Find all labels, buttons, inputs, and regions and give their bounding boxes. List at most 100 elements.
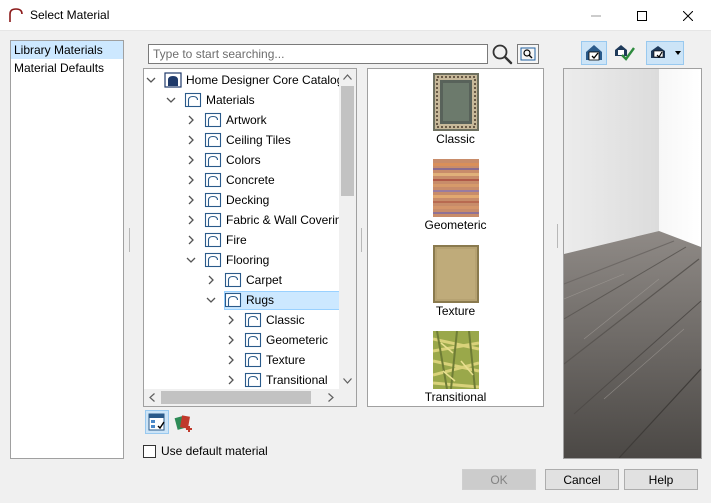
material-preview-list: Classic Geometeric Texture Transitional [367, 68, 544, 407]
chevron-down-icon[interactable] [206, 294, 216, 306]
preview-item-geometeric[interactable]: Geometeric [368, 159, 543, 232]
library-tree: Home Designer Core Catalog Materials Artwo… [143, 68, 357, 407]
library-folder-icon [204, 172, 222, 188]
use-default-material-row[interactable]: Use default material [143, 443, 268, 459]
preview-item-classic[interactable]: Classic [368, 73, 543, 146]
chevron-right-icon[interactable] [186, 134, 196, 146]
tree-item[interactable]: Ceiling Tiles [144, 130, 340, 150]
maximize-icon [637, 10, 647, 21]
room-render-image [564, 69, 701, 458]
chevron-right-icon[interactable] [186, 154, 196, 166]
chevron-right-icon[interactable] [186, 234, 196, 246]
maximize-button[interactable] [619, 0, 665, 31]
tree-item-label: Flooring [226, 253, 270, 267]
library-folder-icon [204, 212, 222, 228]
chevron-right-icon[interactable] [186, 214, 196, 226]
tree-item[interactable]: Classic [144, 310, 340, 330]
material-view-icon [148, 413, 165, 431]
left-splitter[interactable] [128, 228, 131, 252]
chevron-right-icon[interactable] [226, 374, 236, 386]
category-list: Library Materials Material Defaults [10, 40, 124, 459]
tree-vertical-scrollbar[interactable] [339, 69, 356, 389]
tree-splitter[interactable] [360, 228, 363, 252]
tree-horizontal-scrollbar[interactable] [144, 389, 339, 406]
category-library-materials[interactable]: Library Materials [11, 41, 123, 59]
tree-item[interactable]: Concrete [144, 170, 340, 190]
library-folder-icon [224, 292, 242, 308]
search-input[interactable] [148, 44, 488, 64]
tree-item-label: Ceiling Tiles [226, 133, 291, 147]
chevron-right-icon[interactable] [186, 174, 196, 186]
scroll-corner [339, 389, 356, 406]
tree-item[interactable]: Carpet [144, 270, 340, 290]
chevron-down-icon[interactable] [146, 74, 156, 86]
tree-item[interactable]: Texture [144, 350, 340, 370]
tree-item-label: Home Designer Core Catalog [186, 73, 344, 87]
chevron-right-icon[interactable] [186, 114, 196, 126]
library-folder-icon [244, 352, 262, 368]
chevron-right-icon[interactable] [186, 194, 196, 206]
close-icon [683, 10, 693, 21]
tree-item-label: Decking [226, 193, 270, 207]
tree-item-label: Concrete [226, 173, 275, 187]
scroll-right-icon [328, 393, 334, 402]
chevron-right-icon[interactable] [226, 314, 236, 326]
chevron-right-icon[interactable] [226, 334, 236, 346]
minimize-button[interactable] [573, 0, 619, 31]
category-material-defaults[interactable]: Material Defaults [11, 59, 123, 77]
add-material-icon [174, 415, 192, 432]
tree-item-label: Colors [226, 153, 261, 167]
minimize-icon [591, 15, 601, 16]
tree-item[interactable]: Flooring [144, 250, 340, 270]
preview-label: Geometeric [424, 218, 487, 232]
tree-item-label: Texture [266, 353, 306, 367]
tree-item[interactable]: Fire [144, 230, 340, 250]
library-folder-icon [204, 132, 222, 148]
tree-item[interactable]: Colors [144, 150, 340, 170]
tree-item[interactable]: Rugs [144, 290, 340, 310]
search-options-button[interactable] [517, 44, 539, 64]
transitional-rug-swatch [432, 331, 479, 389]
texture-rug-swatch [432, 245, 479, 303]
chevron-right-icon[interactable] [206, 274, 216, 286]
library-folder-icon [244, 312, 262, 328]
preview-item-transitional[interactable]: Transitional [368, 331, 543, 404]
apply-material-button[interactable] [612, 41, 638, 65]
ok-button[interactable]: OK [462, 469, 536, 490]
use-default-material-label: Use default material [161, 444, 268, 458]
preview-splitter[interactable] [556, 224, 559, 248]
tree-item[interactable]: Materials [144, 90, 340, 110]
render-options-button[interactable] [646, 41, 684, 65]
tree-horizontal-scroll-thumb[interactable] [161, 391, 311, 404]
close-button[interactable] [665, 0, 711, 31]
scroll-up-icon [343, 74, 352, 80]
tree-item[interactable]: Artwork [144, 110, 340, 130]
tree-item[interactable]: Geometeric [144, 330, 340, 350]
tree-item-label: Materials [206, 93, 255, 107]
tree-item[interactable]: Transitional [144, 370, 340, 390]
preview-label: Classic [436, 132, 475, 146]
show-room-button[interactable] [581, 41, 607, 65]
tree-item[interactable]: Fabric & Wall Covering [144, 210, 348, 230]
tree-item[interactable]: Home Designer Core Catalog [144, 70, 344, 90]
add-material-button[interactable] [173, 412, 195, 434]
search-button[interactable] [490, 42, 514, 66]
tree-vertical-scroll-thumb[interactable] [341, 86, 354, 196]
tree-item-label: Geometeric [266, 333, 329, 347]
tree-item-label: Rugs [246, 293, 275, 307]
preview-label: Transitional [424, 390, 487, 404]
help-button[interactable]: Help [624, 469, 698, 490]
tree-item-label: Artwork [226, 113, 267, 127]
chevron-down-icon[interactable] [186, 254, 196, 266]
window-title: Select Material [30, 8, 110, 22]
use-default-material-checkbox[interactable] [143, 444, 156, 458]
library-folder-icon [244, 372, 262, 388]
library-folder-icon [204, 232, 222, 248]
chevron-down-icon[interactable] [166, 94, 176, 106]
chevron-right-icon[interactable] [226, 354, 236, 366]
app-icon [9, 8, 23, 22]
cancel-button[interactable]: Cancel [545, 469, 619, 490]
preview-item-texture[interactable]: Texture [368, 245, 543, 318]
material-view-button[interactable] [145, 410, 169, 434]
tree-item[interactable]: Decking [144, 190, 340, 210]
